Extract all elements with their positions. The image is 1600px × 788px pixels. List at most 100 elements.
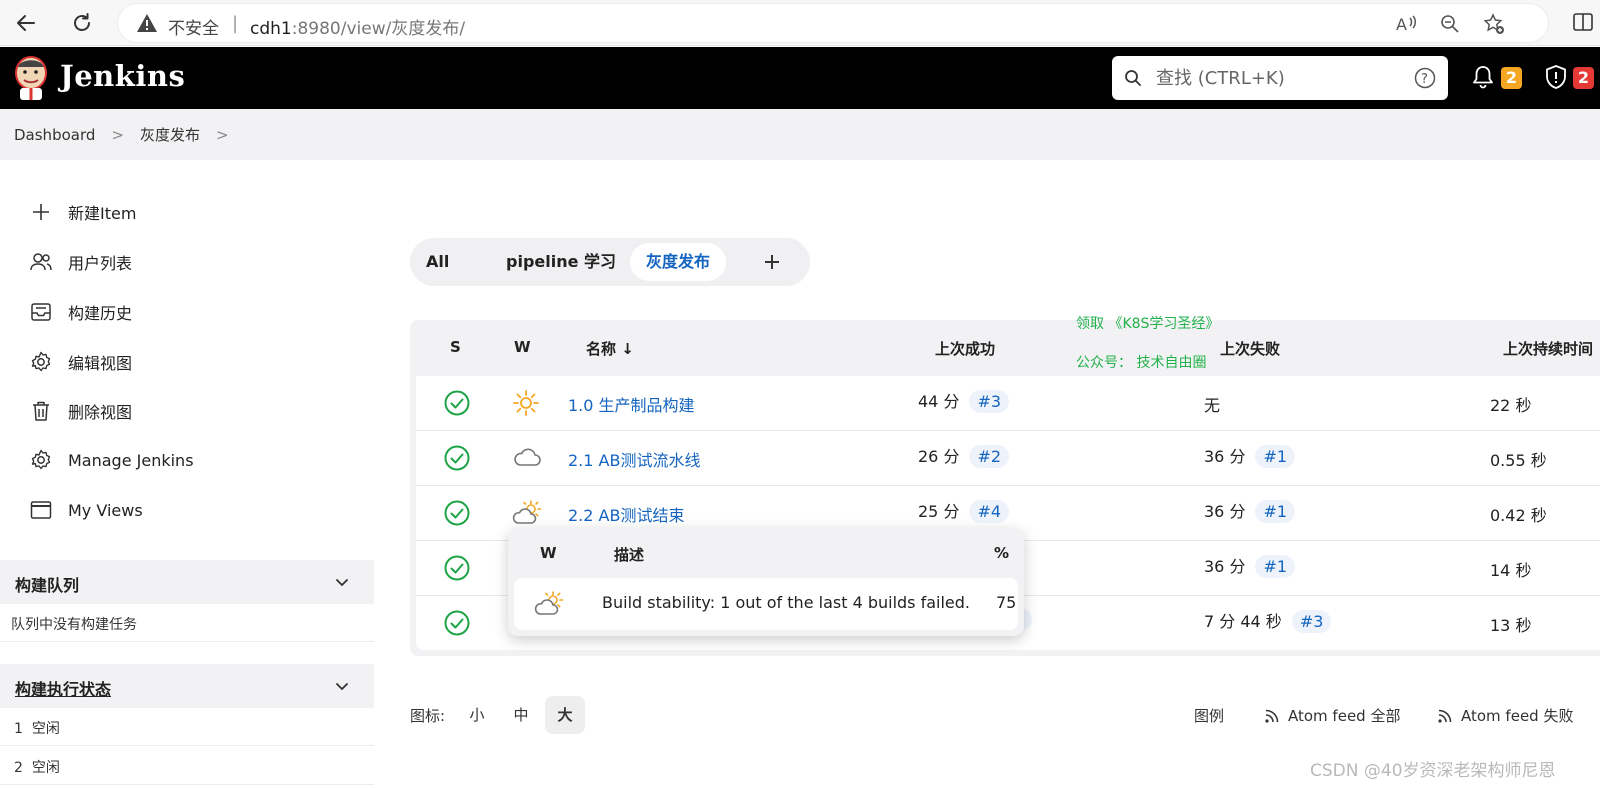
last-failure-cell: 36 分 #1 (1204, 498, 1296, 523)
address-separator: | (232, 13, 239, 34)
icon-size-small-button[interactable]: 小 (457, 696, 497, 734)
atom-feed-fail-link[interactable]: Atom feed 失败 (1437, 705, 1573, 726)
last-failure-time: 36 分 (1204, 502, 1246, 521)
legend-link[interactable]: 图例 (1194, 705, 1224, 726)
notifications-badge[interactable]: 2 (1501, 67, 1522, 89)
last-duration: 14 秒 (1490, 561, 1532, 580)
executor-status: 空闲 (31, 760, 60, 776)
tooltip-header-w: W (540, 544, 557, 562)
read-aloud-icon[interactable]: A (1394, 12, 1418, 36)
sidebar-item-manage-jenkins[interactable]: Manage Jenkins (28, 442, 194, 478)
plus-icon (28, 199, 54, 225)
build-number-link[interactable]: #2 (969, 445, 1010, 468)
column-header-last-failure[interactable]: 上次失败 (1220, 338, 1280, 359)
jenkins-logo-icon[interactable] (12, 55, 50, 101)
last-success-cell: 44 分 #3 (918, 388, 1010, 413)
job-link[interactable]: 2.1 AB测试流水线 (568, 447, 700, 471)
build-number-link[interactable]: #3 (1291, 610, 1332, 633)
last-success-cell: 26 分 #2 (918, 443, 1010, 468)
column-header-weather[interactable]: W (514, 338, 531, 356)
sidebar-item-delete-view[interactable]: 删除视图 (28, 393, 132, 429)
success-check-icon[interactable] (444, 555, 470, 581)
favorite-add-icon[interactable] (1482, 12, 1506, 36)
column-header-last-success[interactable]: 上次成功 (935, 338, 995, 359)
column-header-last-duration[interactable]: 上次持续时间 (1503, 338, 1593, 359)
svg-text:?: ? (1421, 72, 1428, 87)
last-success-time: 26 分 (918, 447, 960, 466)
tab-pipeline[interactable]: pipeline 学习 (490, 243, 632, 281)
weather-cloudy-icon[interactable] (512, 444, 542, 470)
build-number-link[interactable]: #1 (1255, 500, 1296, 523)
build-number-link[interactable]: #1 (1255, 445, 1296, 468)
notifications-bell-icon[interactable] (1472, 65, 1494, 89)
sidebar-item-label: Manage Jenkins (68, 450, 194, 470)
sidebar-item-label: 构建历史 (68, 304, 133, 323)
success-check-icon[interactable] (444, 610, 470, 636)
icon-size-medium-button[interactable]: 中 (501, 696, 541, 734)
table-row: 2.1 AB测试流水线 26 分 #2 36 分 #1 0.55 秒 (416, 431, 1600, 485)
sidebar-item-new-item[interactable]: 新建Item (28, 194, 136, 230)
url-text[interactable]: cdh1:8980/view/灰度发布/ (250, 14, 465, 39)
success-check-icon[interactable] (444, 500, 470, 526)
breadcrumb-chevron-icon[interactable]: > (216, 126, 229, 144)
breadcrumb-dashboard[interactable]: Dashboard (14, 126, 95, 144)
search-box[interactable]: ? (1112, 56, 1448, 100)
breadcrumb: Dashboard > 灰度发布 > (14, 124, 245, 145)
security-shield-icon[interactable] (1544, 64, 1568, 90)
tooltip-percent: 75 (996, 593, 1017, 612)
reload-button[interactable] (68, 9, 96, 37)
build-queue-title: 构建队列 (15, 576, 80, 595)
tooltip-description: Build stability: 1 out of the last 4 bui… (602, 593, 971, 612)
success-check-icon[interactable] (444, 390, 470, 416)
add-view-icon[interactable] (760, 250, 784, 274)
executor-number: 1 (14, 721, 23, 737)
success-check-icon[interactable] (444, 445, 470, 471)
url-host: cdh1 (250, 19, 292, 39)
atom-feed-all-link[interactable]: Atom feed 全部 (1264, 705, 1400, 726)
security-badge[interactable]: 2 (1573, 67, 1594, 89)
icon-size-large-button[interactable]: 大 (545, 696, 586, 734)
insecure-label[interactable]: 不安全 (168, 14, 219, 39)
weather-partly-sunny-icon[interactable] (512, 499, 542, 527)
table-row: 1.0 生产制品构建 44 分 #3 无 22 秒 (416, 376, 1600, 430)
column-header-name[interactable]: 名称 ↓ (586, 338, 634, 359)
job-link[interactable]: 2.2 AB测试结束 (568, 502, 684, 526)
back-button[interactable] (12, 9, 40, 37)
sidebar-item-users[interactable]: 用户列表 (28, 244, 132, 280)
build-number-link[interactable]: #1 (1255, 555, 1296, 578)
tooltip-header-description: 描述 (614, 546, 645, 564)
breadcrumb-chevron-icon[interactable]: > (111, 126, 124, 144)
zoom-out-icon[interactable] (1438, 12, 1462, 36)
divider (0, 784, 374, 785)
executor-status: 空闲 (31, 721, 60, 737)
sidebar-item-build-history[interactable]: 构建历史 (28, 294, 132, 330)
build-number-link[interactable]: #3 (969, 390, 1010, 413)
breadcrumb-current-view[interactable]: 灰度发布 (140, 124, 200, 145)
promo-text-line2: 公众号： 技术自由圈 (1076, 355, 1207, 371)
sidebar-item-edit-view[interactable]: 编辑视图 (28, 344, 132, 380)
executors-title[interactable]: 构建执行状态 (15, 676, 111, 700)
weather-sunny-icon[interactable] (512, 389, 540, 417)
job-link[interactable]: 1.0 生产制品构建 (568, 392, 695, 416)
column-header-status[interactable]: S (450, 338, 461, 356)
gear-icon (28, 447, 54, 473)
tab-gray-release[interactable]: 灰度发布 (630, 243, 727, 281)
arrow-left-icon (17, 15, 35, 31)
last-success-time: 25 分 (918, 502, 960, 521)
atom-feed-all-label: Atom feed 全部 (1288, 707, 1401, 725)
executors-header[interactable]: 构建执行状态 (0, 664, 374, 708)
chevron-down-icon[interactable] (334, 574, 350, 590)
search-input[interactable] (1156, 62, 1396, 94)
jenkins-brand[interactable]: Jenkins (60, 59, 185, 93)
split-screen-icon[interactable] (1572, 11, 1594, 33)
chevron-down-icon[interactable] (334, 678, 350, 694)
address-bar[interactable]: 不安全 | cdh1:8980/view/灰度发布/ A (118, 4, 1548, 42)
sidebar-item-my-views[interactable]: My Views (28, 492, 143, 528)
tab-all[interactable]: All (410, 243, 465, 281)
build-number-link[interactable]: #4 (969, 500, 1010, 523)
divider (0, 641, 374, 642)
breadcrumb-bar: Dashboard > 灰度发布 > (0, 109, 1600, 160)
gear-icon (28, 349, 54, 375)
build-queue-header[interactable]: 构建队列 (0, 560, 374, 604)
help-icon[interactable]: ? (1414, 67, 1436, 89)
